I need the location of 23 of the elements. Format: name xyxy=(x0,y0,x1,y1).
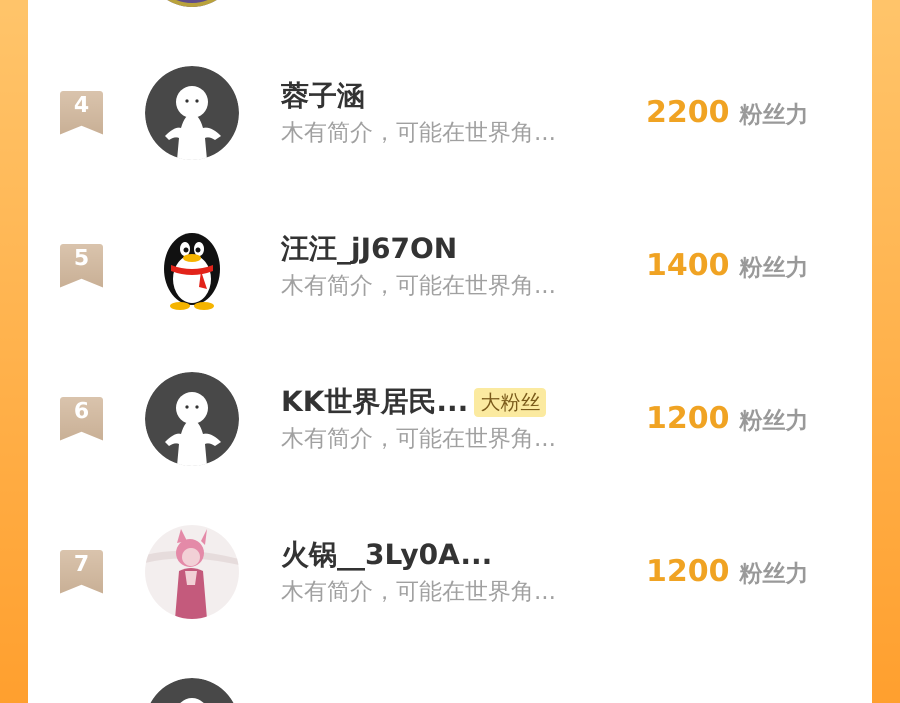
fan-score: 1200 xyxy=(646,401,730,436)
avatar-icon xyxy=(145,372,239,466)
fan-score: 1400 xyxy=(646,248,730,283)
fan-score: 1200 xyxy=(646,554,730,589)
fan-score: 2200 xyxy=(646,95,730,130)
user-name: 火锅__3Ly0A... xyxy=(281,537,492,573)
score-unit: 粉丝力 xyxy=(740,407,808,436)
user-name: 汪汪_jJ67ON xyxy=(281,231,458,267)
rank-ribbon: 6 xyxy=(60,396,103,440)
user-name: 蓉子涵 xyxy=(281,78,365,114)
rank-ribbon: 5 xyxy=(60,244,103,288)
fan-badge: 大粉丝 xyxy=(474,388,546,416)
rank-ribbon: 7 xyxy=(60,550,103,594)
score-unit: 粉丝力 xyxy=(740,254,808,283)
avatar-icon xyxy=(145,66,239,160)
user-bio: 木有简介，可能在世界角... xyxy=(281,425,557,454)
user-bio: 木有简介，可能在世界角... xyxy=(281,119,557,148)
user-bio: 木有简介，可能在世界角... xyxy=(281,272,557,301)
score-unit: 粉丝力 xyxy=(740,560,808,589)
rank-ribbon: 4 xyxy=(60,90,103,134)
user-name: KK世界居民... xyxy=(281,384,468,420)
score-unit: 粉丝力 xyxy=(740,101,808,130)
user-bio: 木有简介，可能在世界角... xyxy=(281,578,557,607)
